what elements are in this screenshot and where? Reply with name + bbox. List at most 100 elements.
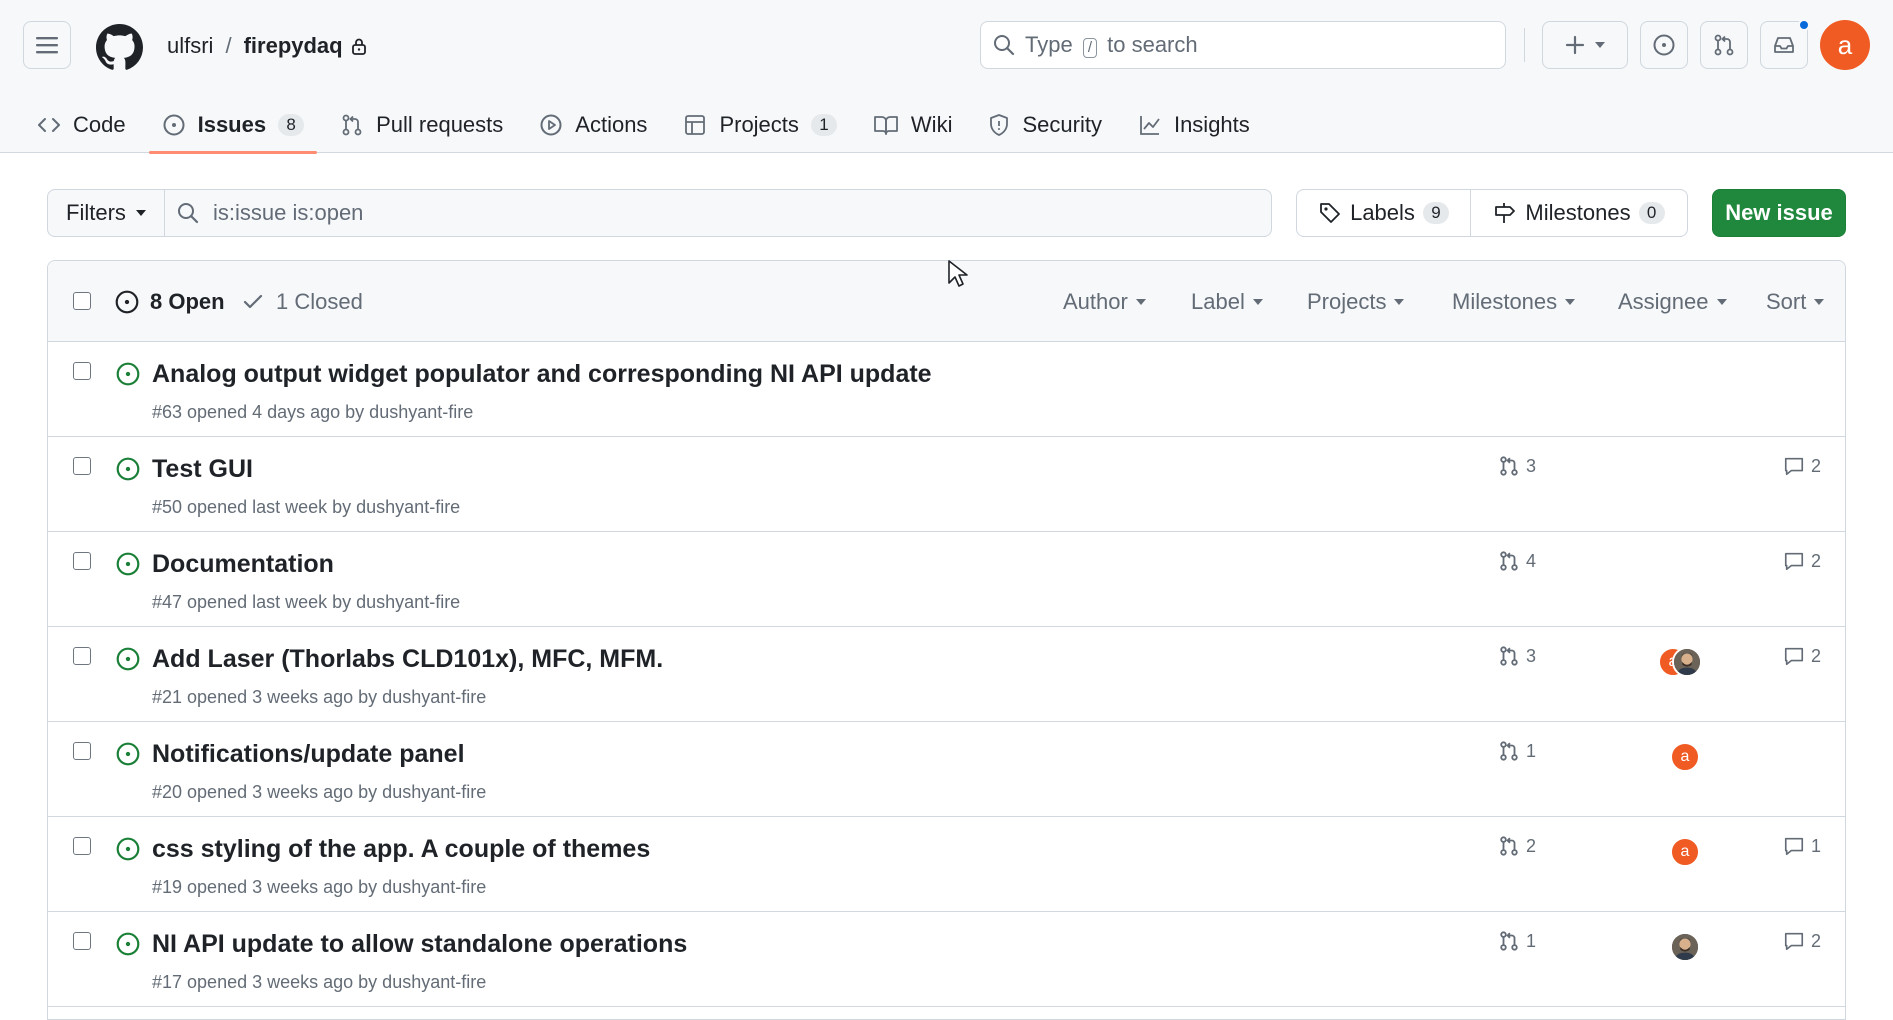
search-placeholder-end: to search bbox=[1107, 32, 1198, 57]
tab-security[interactable]: Security bbox=[975, 96, 1114, 153]
chevron-down-icon bbox=[1252, 298, 1263, 305]
issue-status-icon bbox=[115, 456, 141, 482]
issue-row[interactable]: Test GUI #50 opened last week by dushyant… bbox=[48, 437, 1845, 532]
author-filter-dropdown[interactable]: Author bbox=[1063, 261, 1146, 342]
filters-dropdown[interactable]: Filters bbox=[48, 190, 165, 236]
linked-prs-count: 3 bbox=[1526, 645, 1537, 666]
issue-row[interactable]: Add Laser (Thorlabs CLD101x), MFC, MFM. #… bbox=[48, 627, 1845, 722]
tab-code[interactable]: Code bbox=[24, 96, 139, 153]
issue-row[interactable]: css styling of the app. A couple of them… bbox=[48, 817, 1845, 912]
issue-title-link[interactable]: Add Laser (Thorlabs CLD101x), MFC, MFM. bbox=[152, 645, 663, 674]
issue-checkbox[interactable] bbox=[73, 457, 91, 475]
assignee-avatar[interactable]: a bbox=[1670, 837, 1700, 867]
issue-opened-icon bbox=[116, 647, 140, 671]
dropdown-label: Assignee bbox=[1618, 288, 1709, 314]
milestones-counter: 0 bbox=[1638, 202, 1665, 224]
milestones-filter-dropdown[interactable]: Milestones bbox=[1452, 261, 1576, 342]
linked-prs-link[interactable]: 4 bbox=[1498, 550, 1536, 572]
person-photo-icon bbox=[1672, 934, 1698, 960]
repo-owner-link[interactable]: ulfsri bbox=[167, 33, 213, 59]
issue-checkbox[interactable] bbox=[73, 362, 91, 380]
linked-prs-count: 1 bbox=[1526, 740, 1537, 761]
labels-counter: 9 bbox=[1422, 202, 1449, 224]
comments-link[interactable]: 2 bbox=[1783, 550, 1821, 572]
new-issue-button[interactable]: New issue bbox=[1712, 189, 1846, 237]
github-logo-icon[interactable] bbox=[96, 24, 143, 71]
issue-rows: Analog output widget populator and corre… bbox=[48, 342, 1845, 1007]
closed-issues-filter[interactable]: 1 Closed bbox=[242, 261, 363, 342]
tab-issues[interactable]: Issues 8 bbox=[148, 96, 318, 154]
assignee-initial: a bbox=[1680, 748, 1690, 765]
tab-pull-requests[interactable]: Pull requests bbox=[327, 96, 516, 153]
issue-opened-icon bbox=[116, 837, 140, 861]
issue-search-input[interactable]: is:issue is:open bbox=[165, 190, 1271, 236]
issue-opened-icon bbox=[163, 114, 185, 135]
issue-row[interactable]: Documentation #47 opened last week by dus… bbox=[48, 532, 1845, 627]
issue-row[interactable]: Analog output widget populator and corre… bbox=[48, 342, 1845, 437]
issue-filter-bar: Filters is:issue is:open bbox=[47, 189, 1272, 237]
comments-link[interactable]: 2 bbox=[1783, 455, 1821, 477]
issue-checkbox[interactable] bbox=[73, 552, 91, 570]
comment-icon bbox=[1784, 932, 1804, 951]
code-icon bbox=[38, 117, 60, 132]
select-all-checkbox[interactable] bbox=[73, 292, 91, 310]
user-avatar[interactable]: a bbox=[1820, 20, 1870, 70]
assignee-avatar[interactable] bbox=[1670, 932, 1700, 962]
linked-prs-link[interactable]: 3 bbox=[1498, 645, 1536, 667]
issue-meta: #63 opened 4 days ago by dushyant-fire bbox=[152, 402, 474, 422]
issue-checkbox[interactable] bbox=[73, 837, 91, 855]
comments-link[interactable]: 1 bbox=[1783, 835, 1821, 857]
chevron-down-icon bbox=[135, 210, 146, 216]
breadcrumb: ulfsri / firepydaq bbox=[167, 30, 367, 62]
issue-checkbox[interactable] bbox=[73, 647, 91, 665]
label-filter-dropdown[interactable]: Label bbox=[1191, 261, 1263, 342]
global-search-input[interactable]: Type / to search bbox=[980, 21, 1506, 69]
search-icon bbox=[178, 203, 199, 224]
inbox-button[interactable] bbox=[1760, 19, 1810, 69]
tab-insights[interactable]: Insights bbox=[1125, 96, 1263, 153]
issue-checkbox[interactable] bbox=[73, 932, 91, 950]
chevron-down-icon bbox=[1394, 298, 1405, 305]
issue-row[interactable]: Notifications/update panel #20 opened 3 w… bbox=[48, 722, 1845, 817]
comments-link[interactable]: 2 bbox=[1783, 930, 1821, 952]
issue-title-link[interactable]: Notifications/update panel bbox=[152, 740, 465, 769]
create-new-button[interactable] bbox=[1542, 21, 1628, 69]
milestones-button[interactable]: Milestones 0 bbox=[1471, 190, 1687, 236]
issue-checkbox[interactable] bbox=[73, 742, 91, 760]
linked-prs-link[interactable]: 1 bbox=[1498, 740, 1536, 762]
tab-label: Pull requests bbox=[376, 111, 504, 137]
issue-meta: #20 opened 3 weeks ago by dushyant-fire bbox=[152, 782, 487, 802]
milestones-label: Milestones bbox=[1525, 200, 1631, 225]
issue-title-link[interactable]: Test GUI bbox=[152, 455, 253, 484]
sort-dropdown[interactable]: Sort bbox=[1766, 261, 1825, 342]
issues-shortcut-button[interactable] bbox=[1640, 21, 1688, 69]
linked-prs-link[interactable]: 1 bbox=[1498, 930, 1536, 952]
tab-label: Actions bbox=[575, 111, 648, 137]
linked-prs-link[interactable]: 3 bbox=[1498, 455, 1536, 477]
issue-row[interactable]: NI API update to allow standalone operat… bbox=[48, 912, 1845, 1007]
repo-tabs: Code Issues 8 Pull requests Actions Proj… bbox=[24, 96, 1273, 154]
menu-button[interactable] bbox=[23, 21, 71, 69]
tab-wiki[interactable]: Wiki bbox=[860, 96, 966, 153]
issue-title-link[interactable]: Documentation bbox=[152, 550, 334, 579]
tab-actions[interactable]: Actions bbox=[526, 96, 660, 153]
comments-link[interactable]: 2 bbox=[1783, 645, 1821, 667]
labels-button[interactable]: Labels 9 bbox=[1297, 190, 1471, 236]
issue-status-icon bbox=[115, 836, 141, 862]
pull-requests-shortcut-button[interactable] bbox=[1700, 21, 1748, 69]
repo-name-link[interactable]: firepydaq bbox=[244, 33, 343, 59]
open-issues-filter[interactable]: 8 Open bbox=[114, 261, 225, 342]
assignee-filter-dropdown[interactable]: Assignee bbox=[1618, 261, 1727, 342]
assignee-avatar[interactable]: a bbox=[1670, 742, 1700, 772]
issue-title-link[interactable]: css styling of the app. A couple of them… bbox=[152, 835, 650, 864]
plus-icon bbox=[1565, 35, 1585, 55]
linked-prs-link[interactable]: 2 bbox=[1498, 835, 1536, 857]
projects-filter-dropdown[interactable]: Projects bbox=[1307, 261, 1405, 342]
issue-title-link[interactable]: Analog output widget populator and corre… bbox=[152, 360, 932, 389]
tab-label: Insights bbox=[1173, 111, 1250, 137]
comment-count: 2 bbox=[1810, 645, 1821, 666]
issue-title-link[interactable]: NI API update to allow standalone operat… bbox=[152, 930, 687, 959]
assignee-avatar[interactable] bbox=[1672, 647, 1702, 677]
tab-projects[interactable]: Projects 1 bbox=[670, 96, 849, 153]
tag-icon bbox=[1320, 203, 1340, 223]
